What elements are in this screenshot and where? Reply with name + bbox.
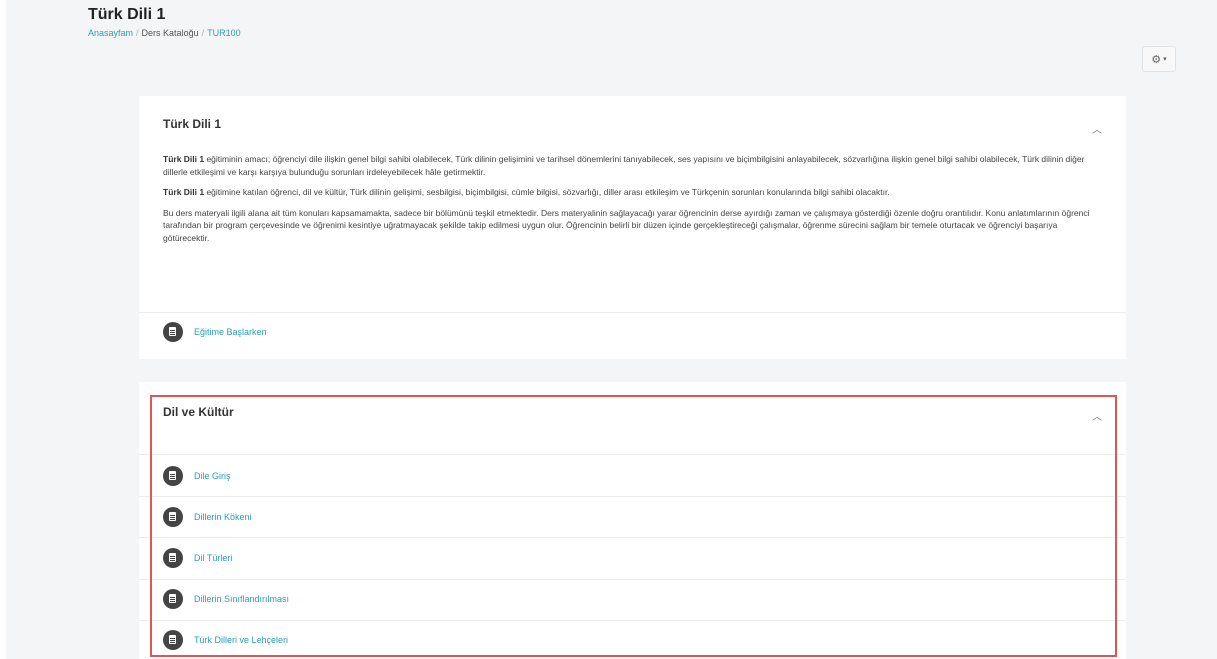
chevron-up-icon[interactable]: ︿ [1092, 121, 1102, 136]
activity-turk-dilleri-ve-lehceleri[interactable]: Türk Dilleri ve Lehçeleri [163, 630, 288, 650]
divider [139, 496, 1126, 497]
chevron-up-icon[interactable]: ︿ [1092, 408, 1102, 423]
breadcrumb-course-link[interactable]: TUR100 [207, 28, 241, 38]
activity-label[interactable]: Dile Giriş [194, 471, 231, 481]
summary-paragraph: Bu ders materyali ilgili alana ait tüm k… [163, 207, 1103, 245]
page-icon [163, 507, 183, 527]
course-summary: Türk Dili 1 eğitiminin amacı; öğrenciyi … [163, 153, 1103, 252]
activity-label[interactable]: Dillerin Sınıflandırılması [194, 594, 289, 604]
activity-dil-turleri[interactable]: Dil Türleri [163, 548, 232, 568]
activity-label[interactable]: Türk Dilleri ve Lehçeleri [194, 635, 288, 645]
activity-label[interactable]: Dillerin Kökeni [194, 512, 252, 522]
summary-text: Bu ders materyali ilgili alana ait tüm k… [163, 207, 1090, 243]
summary-paragraph: Türk Dili 1 eğitimine katılan öğrenci, d… [163, 186, 1103, 199]
breadcrumb-separator: / [201, 28, 205, 38]
activity-dillerin-kokeni[interactable]: Dillerin Kökeni [163, 507, 252, 527]
divider [139, 537, 1126, 538]
page-icon [163, 466, 183, 486]
caret-down-icon: ▾ [1163, 56, 1167, 63]
dil-ve-kultur-section: Dil ve Kültür ︿ Dile Giriş Dillerin Köke… [139, 382, 1126, 659]
activity-label[interactable]: Eğitime Başlarken [194, 327, 267, 337]
page-icon [163, 548, 183, 568]
divider [139, 312, 1126, 313]
summary-bold: Türk Dili 1 [163, 187, 205, 197]
course-summary-section: Türk Dili 1 ︿ Türk Dili 1 eğitiminin ama… [139, 96, 1126, 359]
section-title: Dil ve Kültür [163, 405, 234, 419]
activity-dillerin-siniflandirilmasi[interactable]: Dillerin Sınıflandırılması [163, 589, 289, 609]
activity-egitime-baslarken[interactable]: Eğitime Başlarken [163, 322, 267, 342]
divider [139, 620, 1126, 621]
activity-label[interactable]: Dil Türleri [194, 553, 232, 563]
summary-text: eğitiminin amacı; öğrenciyi dile ilişkin… [163, 154, 1085, 177]
gear-icon: ⚙ [1151, 53, 1162, 66]
page-left-edge [0, 0, 6, 659]
breadcrumb: Anasayfam / Ders Kataloğu / TUR100 [88, 27, 241, 39]
divider [139, 579, 1126, 580]
page-icon [163, 630, 183, 650]
summary-paragraph: Türk Dili 1 eğitiminin amacı; öğrenciyi … [163, 153, 1103, 178]
divider [139, 454, 1126, 455]
breadcrumb-separator: / [136, 28, 139, 38]
breadcrumb-home-link[interactable]: Anasayfam [88, 28, 133, 38]
page-icon [163, 589, 183, 609]
settings-menu-button[interactable]: ⚙ ▾ [1142, 46, 1176, 72]
page-icon [163, 322, 183, 342]
activity-dile-giris[interactable]: Dile Giriş [163, 466, 231, 486]
summary-text: eğitimine katılan öğrenci, dil ve kültür… [204, 187, 890, 197]
page-title: Türk Dili 1 [88, 6, 166, 23]
section-title: Türk Dili 1 [163, 117, 222, 131]
summary-bold: Türk Dili 1 [163, 154, 205, 164]
page-header: Türk Dili 1 Anasayfam / Ders Kataloğu / TUR1… [88, 5, 241, 39]
breadcrumb-catalog: Ders Kataloğu [141, 28, 199, 38]
